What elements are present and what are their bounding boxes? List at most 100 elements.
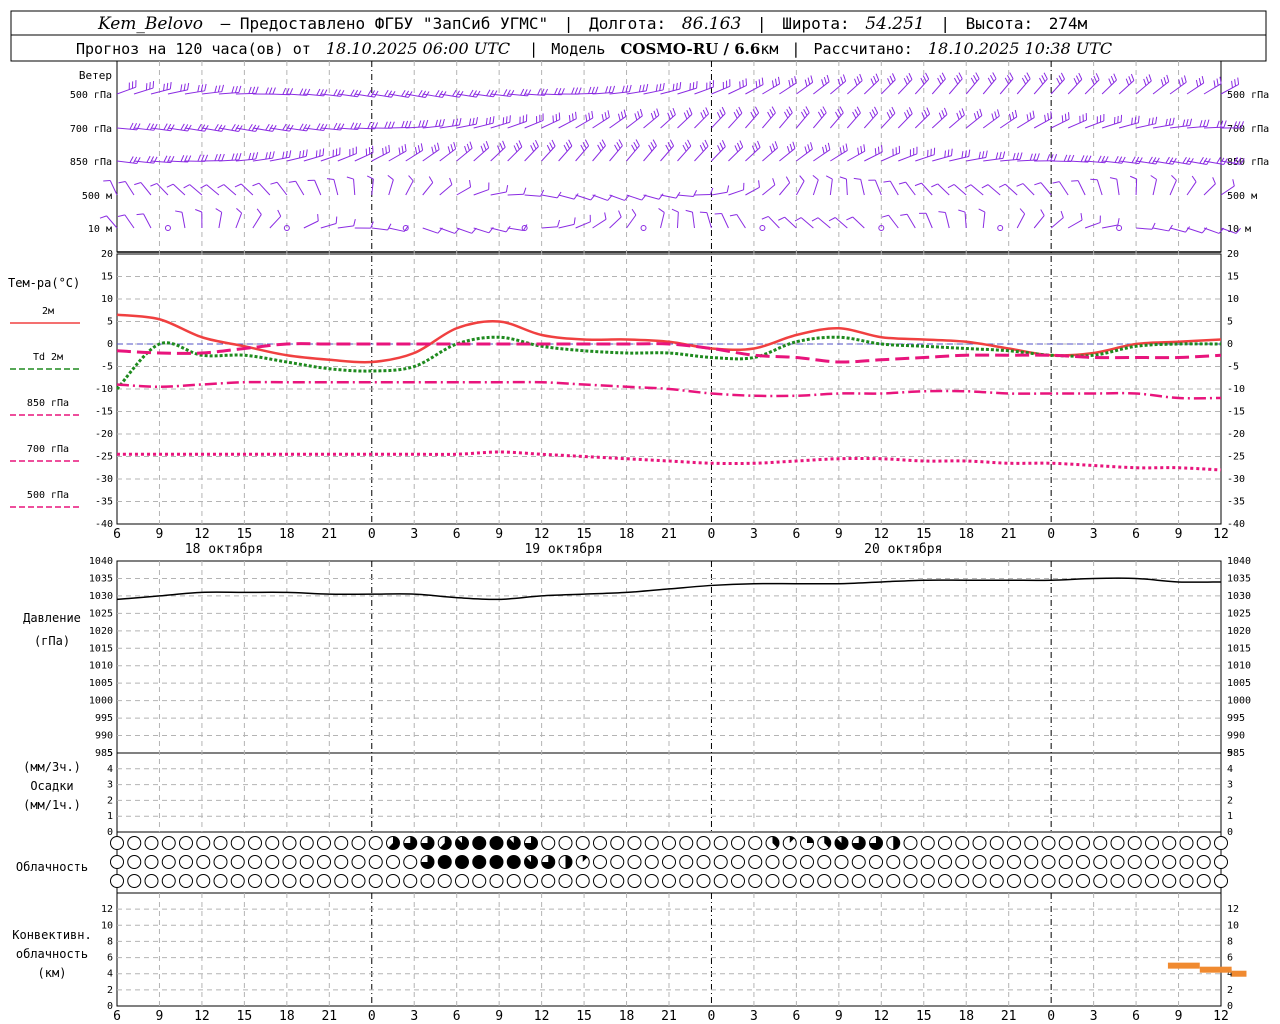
wind-barb-feather [839,106,844,114]
cloud-symbol [489,874,504,888]
wind-barb-feather [595,86,599,94]
wind-barb-feather [789,143,793,151]
wind-barb-shaft [1022,183,1035,196]
wind-barb-feather [854,109,859,116]
cloud-circle [1110,874,1125,888]
cloud-symbol [644,874,659,888]
wind-barb-feather [1024,75,1029,82]
temp-y-tick-right: -5 [1227,362,1239,373]
wind-barb-feather [384,89,389,97]
cloud-symbol [524,874,538,888]
wind-barb-feather [265,87,269,95]
cloud-symbol [282,874,297,888]
wind-barb-shaft [1102,224,1118,229]
wind-barb-feather [1080,155,1085,162]
cloud-circle [299,855,314,869]
wind-barb-feather [752,109,757,116]
cloud-symbols [110,836,1228,888]
wind-barb-feather [906,109,911,117]
cloud-symbol [920,855,935,869]
cloud-symbol [731,836,745,850]
wind-barb-feather [1160,79,1164,87]
wind-barb-feather [869,111,874,119]
cloud-symbol [748,836,763,850]
wind-barb-feather [856,106,861,114]
cloud-circle [1145,836,1159,850]
wind-barb-feather [571,113,574,121]
wind-barb-feather [252,182,260,187]
wind-barb-feather [794,76,797,84]
wind-barb-feather [1213,80,1216,88]
precip-unit-bottom: (мм/1ч.) [23,798,81,812]
wind-barb-feather [958,209,966,213]
pressure-y-tick-left: 1030 [89,591,113,602]
wind-barb-feather [898,181,906,185]
cloud-symbol [1196,874,1211,888]
wind-barb-feather [860,145,863,154]
wind-barb-feather [475,117,479,125]
cloud-symbol [765,874,780,888]
wind-barb-feather [238,153,242,160]
wind-barb-feather [964,150,967,158]
cloud-circle [1024,855,1039,869]
wind-barb-feather [683,112,688,120]
cloud-fill-full [490,836,503,850]
cloud-circle [558,874,573,888]
wind-barbs [99,72,1245,234]
cloud-symbol [938,874,952,888]
wind-barb-feather [852,111,857,119]
wind-barb-feather [1114,155,1119,163]
temp-y-tick-right: 0 [1227,339,1233,350]
wind-barb-feather [874,106,879,114]
wind-barb-shaft [906,213,916,229]
cloud-circle [524,874,538,888]
wind-barb-feather [1008,113,1012,121]
cloud-symbol [782,855,797,869]
wind-barb-feather [1216,78,1219,86]
wind-barb-feather [431,146,434,154]
wind-barb-feather [1172,117,1175,125]
wind-barb-feather [840,76,844,84]
wind-barb-feather [786,146,790,153]
wind-barb-feather [1148,118,1151,126]
wind-barb-feather [472,90,477,97]
cloud-symbol [437,836,452,850]
x-tick-label: 18 [958,1009,974,1024]
wind-barb-feather [591,86,595,94]
wind-barb-feather [1168,118,1172,126]
cloud-symbol [179,836,193,850]
convective-bar [1199,966,1232,973]
wind-barb-feather [150,182,158,187]
cloud-symbol [351,874,366,888]
wind-barb-feather [672,83,675,91]
provider-text: – Предоставлено ФГБУ "ЗапСиб УГМС" [221,14,549,33]
wind-barb-feather [421,120,425,128]
wind-barb-feather [871,109,876,116]
wind-barb-feather [1040,209,1045,216]
wind-barb-feather [248,86,252,94]
wind-barb-feather [180,155,185,162]
wind-barb-shaft [970,184,984,196]
wind-barb-feather [822,106,827,113]
wind-barb-feather [335,216,338,224]
wind-barb-feather [282,151,285,159]
wind-barb-feather [385,146,387,154]
wind-barb-shaft [677,194,694,197]
cloud-circle [834,855,849,869]
cloud-symbol [1058,874,1073,888]
wind-barb-feather [721,140,726,147]
wind-barb-feather [401,89,406,97]
wind-barb-feather [1075,75,1080,83]
wind-barb-feather [810,75,814,83]
cloud-circle [403,874,418,888]
cloud-circle [299,836,314,850]
separator: | [529,40,538,58]
cloud-circle [972,874,987,888]
x-tick-label: 3 [750,527,758,542]
cloud-circle [920,874,935,888]
wind-barb-feather [1163,76,1167,84]
cloud-circle [1024,836,1039,850]
wind-barb-feather [1060,210,1064,218]
wind-barb-feather [684,142,689,149]
cloud-circle [731,874,745,888]
